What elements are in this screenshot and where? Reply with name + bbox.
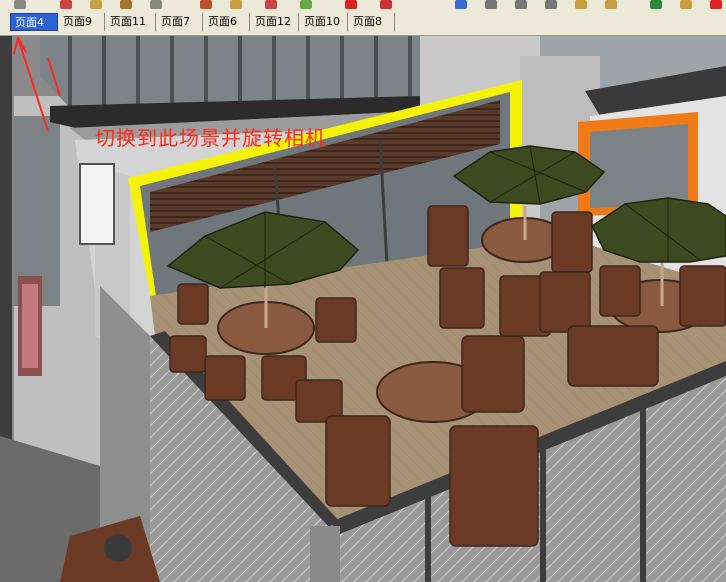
rectangle-tool-icon[interactable]: [90, 0, 102, 9]
pencil-tool-icon[interactable]: [60, 0, 72, 9]
move-tool-icon[interactable]: [230, 0, 242, 9]
arc-tool-icon[interactable]: [150, 0, 162, 9]
tab-page10[interactable]: 页面10: [300, 13, 348, 31]
tab-page11[interactable]: 页面11: [106, 13, 156, 31]
orbit-tool-icon[interactable]: [455, 0, 467, 9]
model-viewport[interactable]: 切换到此场景并旋转相机: [0, 36, 726, 582]
scale-tool-icon[interactable]: [300, 0, 312, 9]
tab-page12[interactable]: 页面12: [251, 13, 299, 31]
components-icon[interactable]: [650, 0, 662, 9]
tab-page4[interactable]: 页面4: [10, 13, 58, 31]
scene-tabs: 页面4 页面9 页面11 页面7 页面6 页面12 页面10 页面8: [0, 11, 726, 36]
materials-icon[interactable]: [680, 0, 692, 9]
tab-page7[interactable]: 页面7: [157, 13, 203, 31]
pan-tool-icon[interactable]: [485, 0, 497, 9]
scene-render: [0, 36, 726, 582]
styles-icon[interactable]: [710, 0, 722, 9]
annotation-text: 切换到此场景并旋转相机: [95, 126, 326, 150]
zoom-window-icon[interactable]: [545, 0, 557, 9]
tab-page8[interactable]: 页面8: [349, 13, 395, 31]
circle-tool-icon[interactable]: [120, 0, 132, 9]
zoom-tool-icon[interactable]: [515, 0, 527, 9]
tab-page6[interactable]: 页面6: [204, 13, 250, 31]
rotate-tool-icon[interactable]: [265, 0, 277, 9]
select-tool-icon[interactable]: [14, 0, 26, 9]
position-camera-icon[interactable]: [575, 0, 587, 9]
push-pull-tool-icon[interactable]: [200, 0, 212, 9]
tape-tool-icon[interactable]: [380, 0, 392, 9]
paint-tool-icon[interactable]: [345, 0, 357, 9]
walk-tool-icon[interactable]: [605, 0, 617, 9]
tab-page9[interactable]: 页面9: [59, 13, 105, 31]
